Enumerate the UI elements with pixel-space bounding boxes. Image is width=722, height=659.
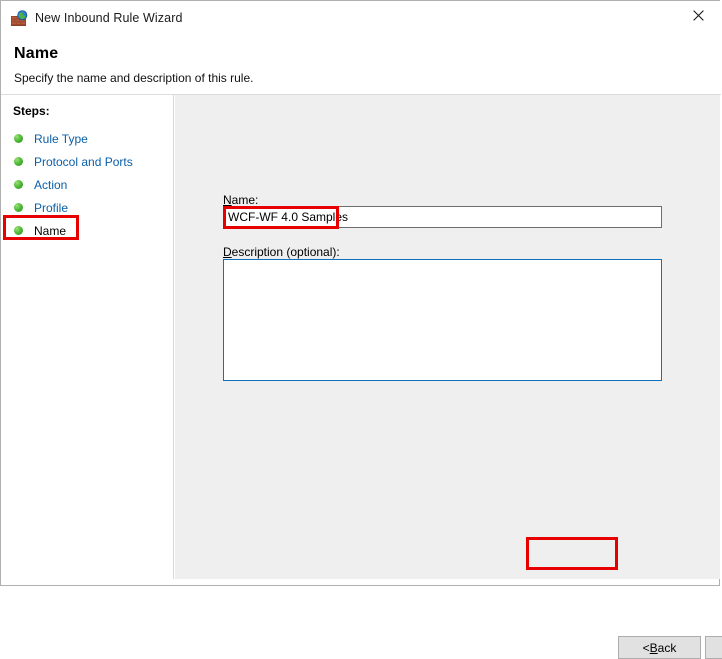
close-icon[interactable] [676, 1, 721, 30]
sidebar-item-label: Rule Type [34, 131, 88, 146]
firewall-globe-icon [10, 10, 28, 28]
description-input[interactable] [223, 259, 662, 381]
finish-button[interactable]: Finish [705, 636, 722, 659]
content-panel: Name: Description (optional): < Back Fin… [175, 95, 722, 659]
sidebar-item-label: Profile [34, 200, 69, 215]
page-title: Name [14, 45, 59, 62]
sidebar-item-rule-type[interactable]: Rule Type [2, 127, 174, 150]
wizard-window: New Inbound Rule Wizard Name Specify the… [0, 0, 722, 659]
back-button[interactable]: < Back [618, 636, 701, 659]
sidebar-item-protocol-and-ports[interactable]: Protocol and Ports [2, 150, 174, 173]
back-button-accelerator: B [649, 640, 658, 655]
name-label-text: ame: [231, 193, 259, 207]
sidebar-item-label: Protocol and Ports [34, 154, 133, 169]
name-input[interactable] [223, 206, 662, 228]
steps-panel: Steps: Rule Type Protocol and Ports Acti… [2, 95, 174, 579]
name-label-accelerator: N [223, 193, 232, 207]
title-bar: New Inbound Rule Wizard [1, 1, 721, 37]
step-bullet-icon [14, 226, 23, 235]
sidebar-item-label: Action [34, 177, 68, 192]
sidebar-item-label: Name [34, 223, 67, 238]
steps-list: Rule Type Protocol and Ports Action Prof… [2, 127, 174, 242]
steps-heading: Steps: [13, 104, 50, 118]
sidebar-item-profile[interactable]: Profile [2, 196, 174, 219]
step-bullet-icon [14, 134, 23, 143]
description-label-accelerator: D [223, 245, 232, 259]
step-bullet-icon [14, 203, 23, 212]
back-button-prefix: < [642, 640, 650, 655]
name-field-label: Name: [223, 193, 258, 207]
sidebar-item-action[interactable]: Action [2, 173, 174, 196]
back-button-label: ack [657, 640, 677, 655]
page-subtitle: Specify the name and description of this… [14, 71, 254, 85]
page-header: Name Specify the name and description of… [2, 37, 720, 94]
window-title: New Inbound Rule Wizard [35, 11, 183, 25]
step-bullet-icon [14, 157, 23, 166]
description-label-text: escription (optional): [231, 245, 340, 259]
step-bullet-icon [14, 180, 23, 189]
sidebar-item-name[interactable]: Name [2, 219, 174, 242]
description-field-label: Description (optional): [223, 245, 340, 259]
